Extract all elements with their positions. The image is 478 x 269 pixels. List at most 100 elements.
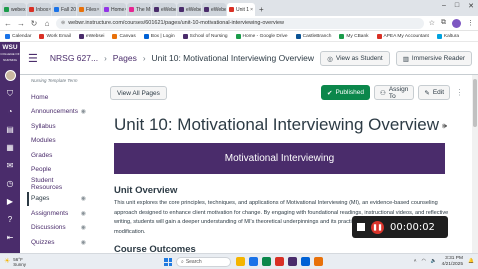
chevron-up-icon[interactable]: ˄ xyxy=(414,259,417,264)
menu-icon[interactable]: ⋮ xyxy=(467,19,474,27)
tab-close-icon[interactable]: × xyxy=(124,7,126,13)
browser-tab[interactable]: Home × xyxy=(102,3,126,16)
clock[interactable]: 3:31 PM 4/21/2025 xyxy=(442,256,463,267)
pause-record-button[interactable]: ❚❚ xyxy=(371,220,384,234)
new-tab-button[interactable]: + xyxy=(259,5,264,14)
course-nav-grades[interactable]: Grades xyxy=(31,148,90,163)
browser-tab[interactable]: Inbox × xyxy=(27,3,51,16)
course-nav-quizzes[interactable]: Quizzes ◉ xyxy=(31,235,90,250)
reader-book-icon: ▥ xyxy=(402,55,409,63)
taskbar-app-icon[interactable] xyxy=(236,257,245,266)
taskbar-app-icon[interactable] xyxy=(288,257,297,266)
tab-close-icon[interactable]: × xyxy=(48,7,51,13)
calendar-icon[interactable]: ▦ xyxy=(5,142,16,153)
course-nav-label: Syllabus xyxy=(31,122,56,130)
url-field[interactable]: ⊜ webwr.instructure.com/courses/601621/p… xyxy=(56,17,424,29)
browser-tab[interactable]: Fall 20× xyxy=(52,3,76,16)
home-button[interactable]: ⌂ xyxy=(43,19,51,28)
studio-icon[interactable]: ▶ xyxy=(5,196,16,207)
browser-tab[interactable]: eWebe× xyxy=(177,3,201,16)
taskbar-app-icon[interactable] xyxy=(314,257,323,266)
bookmark-item[interactable]: My CBank xyxy=(339,33,369,39)
course-nav-assignments[interactable]: Assignments ◉ xyxy=(31,206,90,221)
admin-shield-icon[interactable]: ⛉ xyxy=(5,88,16,99)
course-nav-people[interactable]: People xyxy=(31,163,90,178)
bookmark-favicon-icon xyxy=(376,33,382,39)
help-icon[interactable]: ? xyxy=(5,214,16,225)
tab-close-icon[interactable]: × xyxy=(25,7,26,13)
reader-speaker-icon[interactable]: 🕪 xyxy=(442,121,447,130)
tab-close-icon[interactable]: × xyxy=(150,7,151,13)
wsu-logo[interactable]: WSU COLLEGE OF NURSING xyxy=(0,44,20,63)
star-icon[interactable]: ☆ xyxy=(429,19,435,27)
breadcrumb-pages[interactable]: Pages xyxy=(113,53,137,63)
back-button[interactable]: ← xyxy=(4,19,12,28)
taskbar-app-icon[interactable] xyxy=(262,257,271,266)
bookmark-item[interactable]: APEA My Accountant xyxy=(376,33,429,39)
profile-avatar[interactable] xyxy=(452,18,461,28)
course-nav-pages[interactable]: Pages ◉ xyxy=(27,191,90,206)
course-menu-toggle-icon[interactable]: ☰ xyxy=(28,52,38,65)
start-button[interactable] xyxy=(164,258,172,266)
taskbar-app-icon[interactable] xyxy=(301,257,310,266)
tab-label: Unit 1 xyxy=(236,6,250,13)
wifi-icon[interactable]: ◠ xyxy=(422,259,426,264)
bookmark-item[interactable]: Canvas xyxy=(112,33,136,39)
course-nav-student-resources[interactable]: Student Resources xyxy=(31,177,90,192)
reload-button[interactable]: ↻ xyxy=(30,19,38,28)
close-window-button[interactable]: ✕ xyxy=(468,2,474,10)
bookmark-item[interactable]: eWebsei xyxy=(78,33,104,39)
tab-label: The M xyxy=(136,6,151,13)
assign-to-button[interactable]: ⚇ Assign To xyxy=(374,85,415,100)
notifications-icon[interactable]: 🔔 xyxy=(468,259,474,264)
course-nav-home[interactable]: Home xyxy=(31,90,90,105)
bookmark-item[interactable]: Box | Login xyxy=(143,33,175,39)
taskbar-app-icon[interactable] xyxy=(275,257,284,266)
scroll-thumb[interactable] xyxy=(473,79,477,127)
dashboard-icon[interactable]: ◔ xyxy=(5,106,16,117)
browser-tab[interactable]: eWebe× xyxy=(152,3,176,16)
browser-tab[interactable]: webex× xyxy=(2,3,26,16)
browser-tab[interactable]: Unit 1 × xyxy=(227,3,255,16)
view-as-student-button[interactable]: ◎ View as Student xyxy=(320,51,390,66)
bookmark-item[interactable]: Work Email xyxy=(39,33,71,39)
bookmark-item[interactable]: Home - Google Drive xyxy=(235,33,288,39)
weather-widget[interactable]: ☀ 56°F Sunny xyxy=(4,257,26,267)
volume-icon[interactable]: 🔈 xyxy=(431,259,437,264)
taskbar-app-icon[interactable] xyxy=(249,257,258,266)
tab-label: Fall 20 xyxy=(61,6,76,13)
bookmark-item[interactable]: Kaltura xyxy=(436,33,459,39)
inbox-icon[interactable]: ✉ xyxy=(5,160,16,171)
taskbar-search[interactable]: ⌕ Search xyxy=(176,257,231,267)
account-avatar[interactable] xyxy=(4,70,16,81)
collapse-nav-icon[interactable]: ⇤ xyxy=(5,232,16,243)
edit-button[interactable]: ✎ Edit xyxy=(418,85,451,100)
page-scrollbar[interactable] xyxy=(472,75,478,253)
stop-record-button[interactable] xyxy=(357,223,365,231)
course-nav-modules[interactable]: Modules xyxy=(31,134,90,149)
extensions-icon[interactable]: ⧉ xyxy=(441,19,446,27)
bookmark-item[interactable]: Calendar xyxy=(5,33,31,39)
bookmark-item[interactable]: CastleBranch xyxy=(295,33,331,39)
browser-tab[interactable]: Files × xyxy=(77,3,101,16)
course-nav-syllabus[interactable]: Syllabus xyxy=(31,119,90,134)
view-all-pages-button[interactable]: View All Pages xyxy=(110,86,167,100)
bookmark-item[interactable]: School of Nursing xyxy=(182,33,228,39)
course-nav-announcements[interactable]: Announcements ◉ xyxy=(31,105,90,120)
immersive-reader-button[interactable]: ▥ Immersive Reader xyxy=(395,51,472,66)
published-button[interactable]: ✔ Published xyxy=(321,85,371,100)
maximize-button[interactable]: □ xyxy=(455,2,459,10)
tab-close-icon[interactable]: × xyxy=(97,7,100,13)
browser-tab[interactable]: The M× xyxy=(127,3,151,16)
tab-close-icon[interactable]: × xyxy=(250,7,253,13)
sun-icon: ☀ xyxy=(4,258,11,265)
site-info-icon[interactable]: ⊜ xyxy=(61,20,65,26)
course-nav-discussions[interactable]: Discussions ◉ xyxy=(31,221,90,236)
minimize-button[interactable]: – xyxy=(442,2,446,10)
history-icon[interactable]: ◷ xyxy=(5,178,16,189)
courses-book-icon[interactable]: ▤ xyxy=(5,124,16,135)
forward-button[interactable]: → xyxy=(17,19,25,28)
more-options-icon[interactable]: ⋮ xyxy=(456,88,460,97)
browser-tab[interactable]: eWebe× xyxy=(202,3,226,16)
breadcrumb-course[interactable]: NRSG 627... xyxy=(50,53,98,63)
